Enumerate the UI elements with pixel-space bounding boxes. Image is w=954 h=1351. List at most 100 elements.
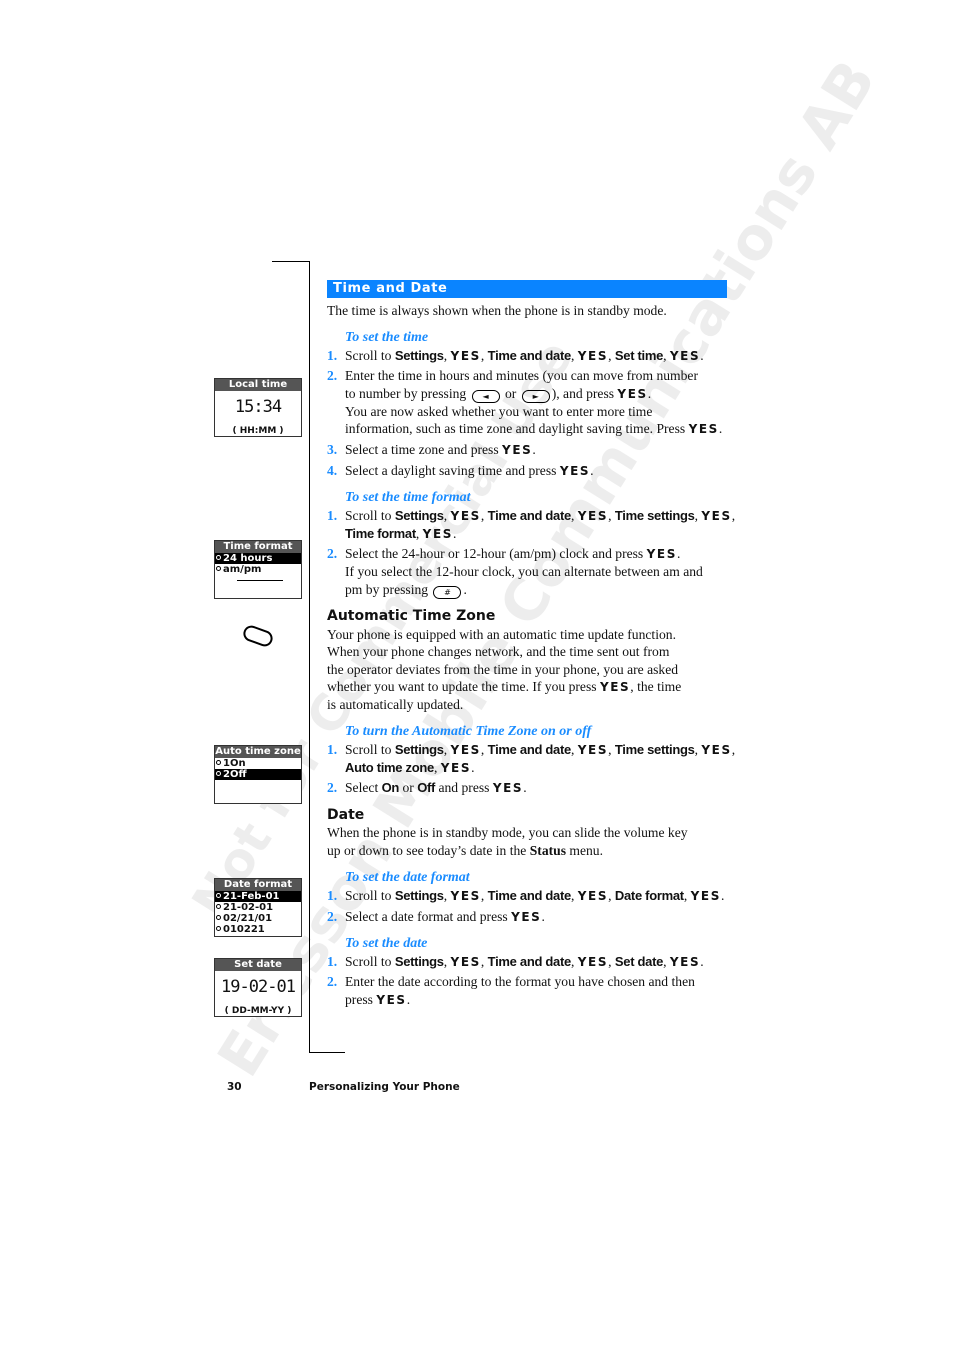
key-label: YES — [577, 955, 609, 969]
menu-item-name: Off — [417, 780, 436, 795]
screen-time-format: Time format 24 hours am/pm — [214, 540, 302, 599]
step-line: 1. Scroll to Settings, YES, Time and date… — [327, 953, 704, 971]
text: To set the time format — [345, 490, 471, 505]
step-number: 1. — [327, 742, 338, 757]
menu-item-name: Settings — [394, 742, 444, 757]
text: . — [471, 760, 475, 775]
text: Select a daylight saving time and press — [345, 463, 560, 478]
key-label: YES — [688, 422, 719, 436]
option-label: am/pm — [223, 564, 262, 575]
text: Scroll to — [345, 742, 395, 757]
text: or — [501, 386, 520, 401]
text: , — [443, 888, 451, 903]
screen-hint: ( DD-MM-YY ) — [224, 1006, 292, 1016]
text: . — [453, 526, 457, 541]
text: When the phone is in standby mode, you c… — [327, 825, 688, 840]
screen-title: Date format — [215, 879, 301, 891]
text-line: to number by pressing ◄ or ►), and press… — [345, 385, 651, 403]
text: , — [608, 888, 615, 903]
text: , — [663, 348, 670, 363]
key-label: YES — [669, 955, 701, 969]
key-label: YES — [502, 443, 533, 457]
volume-key-icon — [241, 623, 275, 649]
key-label: YES — [577, 743, 609, 757]
text: , — [570, 954, 578, 969]
text: Select — [345, 780, 382, 795]
text: menu. — [566, 843, 603, 858]
key-label: YES — [440, 761, 472, 775]
key-label: YES — [701, 509, 732, 523]
text: whether you want to update the time. If … — [327, 679, 600, 694]
step-line: 3. Select a time zone and press YES. — [327, 441, 536, 459]
text: . — [532, 442, 536, 457]
screen-hint: ( HH:MM ) — [232, 426, 284, 436]
text: , — [443, 954, 451, 969]
text-line: Time format, YES. — [345, 525, 456, 543]
menu-item-name: Auto time zone — [345, 760, 434, 775]
text: , — [480, 954, 488, 969]
step-line: 1. Scroll to Settings, YES, Time and date… — [327, 507, 735, 525]
text: , — [731, 742, 736, 757]
menu-item-name: Settings — [394, 888, 444, 903]
key-label: YES — [669, 349, 701, 363]
text: , — [608, 348, 615, 363]
text-line: the operator deviates from the time in y… — [327, 661, 678, 679]
chapter-title: Personalizing Your Phone — [309, 1081, 460, 1093]
text-line: The time is always shown when the phone … — [327, 302, 667, 320]
screen-title: Set date — [215, 959, 301, 971]
text: ), and press — [551, 386, 618, 401]
option: 010221 — [215, 924, 301, 935]
screen-title: Auto time zone — [215, 746, 301, 758]
text: pm by pressing — [345, 582, 432, 597]
key-label: YES — [559, 464, 591, 478]
screen-local-time: Local time 15:34 ( HH:MM ) — [214, 378, 302, 437]
step-line: 2. Enter the date according to the format… — [327, 973, 695, 991]
text: To set the time — [345, 330, 429, 345]
menu-item-name: Time and date — [487, 888, 572, 903]
text: to number by pressing — [345, 386, 470, 401]
menu-item-name: Date format — [614, 888, 684, 903]
step-line: 2. Select the 24-hour or 12-hour (am/pm) … — [327, 545, 680, 563]
text: , — [570, 888, 578, 903]
right-arrow-key-icon: ► — [521, 390, 550, 403]
text: To set the date — [345, 936, 428, 951]
key-label: YES — [492, 781, 524, 795]
option: 2Off — [215, 769, 301, 780]
text: If you select the 12-hour clock, you can… — [345, 564, 703, 579]
text: . — [523, 780, 527, 795]
text: Automatic Time Zone — [327, 608, 496, 624]
text: Scroll to — [345, 888, 395, 903]
menu-item-name: On — [381, 780, 400, 795]
text-line: pm by pressing #. — [345, 581, 467, 599]
divider — [309, 1052, 345, 1053]
text: Status — [529, 843, 566, 858]
text-line: is automatically updated. — [327, 696, 463, 714]
text: , — [570, 348, 578, 363]
step-number: 1. — [327, 888, 338, 903]
key-label: YES — [376, 993, 407, 1007]
option-label: 21-02-01 — [223, 902, 274, 913]
key-label: YES — [646, 547, 677, 561]
text: up or down to see today’s date in the — [327, 843, 530, 858]
menu-item-name: Time and date — [487, 348, 572, 363]
text: , — [415, 526, 423, 541]
procedure-heading: To set the date — [345, 935, 427, 953]
step-number: 2. — [327, 974, 338, 989]
key-label: YES — [577, 349, 609, 363]
text: Your phone is equipped with an automatic… — [327, 627, 676, 642]
key-label: YES — [690, 889, 721, 903]
text: , — [480, 888, 488, 903]
text: , — [570, 742, 578, 757]
text: . — [647, 386, 652, 401]
text: Scroll to — [345, 508, 395, 523]
text: , — [608, 508, 615, 523]
text: Enter the time in hours and minutes (you… — [345, 368, 698, 383]
text: . — [406, 992, 411, 1007]
text-line: Auto time zone, YES. — [345, 759, 475, 777]
screen-title: Time format — [215, 541, 301, 553]
key-label: YES — [450, 889, 481, 903]
menu-item-name: Time and date — [487, 508, 572, 523]
text: . — [590, 463, 594, 478]
section-subheading: Automatic Time Zone — [327, 608, 495, 624]
radio-selected-icon — [216, 555, 221, 560]
